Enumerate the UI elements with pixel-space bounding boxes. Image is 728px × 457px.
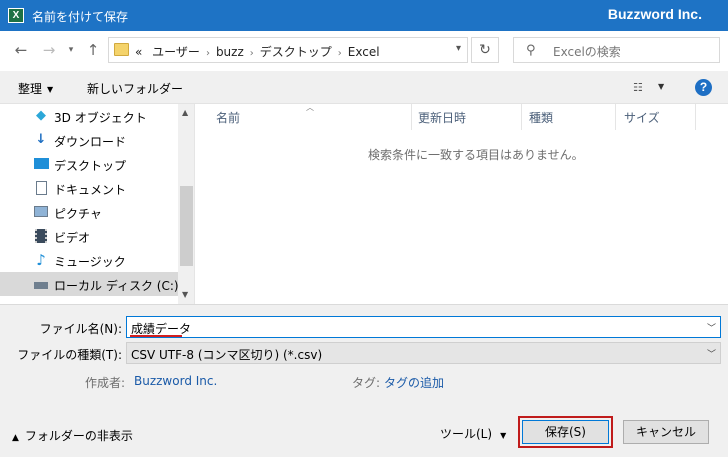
chevron-up-icon: ▲ xyxy=(12,433,19,443)
refresh-icon[interactable]: ↻ xyxy=(471,37,499,63)
chevron-down-icon[interactable]: ﹀ xyxy=(707,321,716,334)
author-label: 作成者: xyxy=(85,376,126,390)
brand-label: Buzzword Inc. xyxy=(607,6,702,22)
scrollbar-thumb[interactable] xyxy=(180,186,193,266)
organize-label: 整理 xyxy=(18,82,43,96)
video-icon xyxy=(33,228,49,244)
chevron-down-icon[interactable]: ▼ xyxy=(658,82,664,91)
nav-item-desktop[interactable]: デスクトップ xyxy=(0,152,178,176)
title-bar: X 名前を付けて保存 Buzzword Inc. xyxy=(0,0,728,31)
nav-item-label: デスクトップ xyxy=(54,159,127,173)
tools-button[interactable]: ツール(L) ▼ xyxy=(440,425,506,442)
desktop-icon xyxy=(33,156,49,172)
up-arrow-icon[interactable]: ↑ xyxy=(84,41,102,59)
filetype-value: CSV UTF-8 (コンマ区切り) (*.csv) xyxy=(131,348,323,362)
sort-ascending-icon: ︿ xyxy=(306,103,314,112)
column-header-size[interactable]: サイズ xyxy=(624,109,660,126)
view-options-icon[interactable]: ☷ xyxy=(633,81,649,94)
scroll-down-icon[interactable]: ▼ xyxy=(182,290,188,299)
organize-button[interactable]: 整理 ▼ xyxy=(18,80,53,97)
window-title: 名前を付けて保存 xyxy=(32,10,129,24)
nav-item-videos[interactable]: ビデオ xyxy=(0,224,178,248)
picture-icon xyxy=(33,204,49,220)
forward-arrow-icon[interactable]: → xyxy=(40,41,58,59)
search-placeholder: Excelの検索 xyxy=(553,45,621,59)
breadcrumb: « ユーザー › buzz › デスクトップ › Excel xyxy=(135,43,380,60)
column-divider[interactable] xyxy=(521,104,522,130)
column-header-type[interactable]: 種類 xyxy=(529,109,553,126)
cube-icon: ◆ xyxy=(36,108,46,123)
nav-item-label: ローカル ディスク (C:) xyxy=(54,279,179,293)
music-note-icon: ♪ xyxy=(36,251,46,269)
help-icon[interactable]: ? xyxy=(695,79,712,96)
tools-label: ツール(L) xyxy=(440,427,493,441)
column-divider[interactable] xyxy=(411,104,412,130)
breadcrumb-separator-icon[interactable]: › xyxy=(206,48,210,59)
folder-icon xyxy=(114,43,129,56)
document-icon xyxy=(33,180,49,196)
save-button[interactable]: 保存(S) xyxy=(522,420,609,444)
nav-item-documents[interactable]: ドキュメント xyxy=(0,176,178,200)
nav-item-partial[interactable] xyxy=(0,296,178,304)
download-arrow-icon: ↓ xyxy=(35,132,47,147)
cancel-button[interactable]: キャンセル xyxy=(623,420,709,444)
address-row: ← → ▾ ↑ « ユーザー › buzz › デスクトップ › Excel ▾ ↻ ⚲ E… xyxy=(0,31,728,71)
save-form: ファイル名(N): 成績データ ﹀ ファイルの種類(T): CSV UTF-8 … xyxy=(0,304,728,457)
filename-label: ファイル名(N): xyxy=(39,322,122,336)
recent-locations-chevron-icon[interactable]: ▾ xyxy=(62,41,80,59)
chevron-down-icon: ▼ xyxy=(47,85,54,94)
breadcrumb-item[interactable]: デスクトップ xyxy=(260,45,332,59)
filename-red-underline xyxy=(130,335,182,337)
back-arrow-icon[interactable]: ← xyxy=(12,41,30,59)
command-toolbar: 整理 ▼ 新しいフォルダー ☷ ▼ ? xyxy=(0,71,728,104)
nav-item-label: ピクチャ xyxy=(54,207,102,221)
excel-app-icon: X xyxy=(8,8,24,23)
filetype-label: ファイルの種類(T): xyxy=(17,348,122,362)
breadcrumb-separator-icon[interactable]: › xyxy=(250,48,254,59)
breadcrumb-separator-icon[interactable]: › xyxy=(338,48,342,59)
chevron-down-icon[interactable]: ﹀ xyxy=(707,347,716,360)
nav-item-label: ダウンロード xyxy=(54,135,127,149)
nav-item-label: ミュージック xyxy=(54,255,126,269)
filetype-select[interactable]: CSV UTF-8 (コンマ区切り) (*.csv) ﹀ xyxy=(126,342,721,364)
address-bar[interactable]: « ユーザー › buzz › デスクトップ › Excel ▾ xyxy=(108,37,468,63)
column-header-name[interactable]: 名前 xyxy=(216,109,240,126)
hide-folders-label: フォルダーの非表示 xyxy=(24,429,133,443)
tags-add-link[interactable]: タグの追加 xyxy=(384,374,444,391)
column-divider[interactable] xyxy=(695,104,696,130)
drive-icon xyxy=(33,276,49,292)
empty-results-message: 検索条件に一致する項目はありません。 xyxy=(368,148,584,162)
nav-item-pictures[interactable]: ピクチャ xyxy=(0,200,178,224)
nav-item-downloads[interactable]: ↓ ダウンロード xyxy=(0,128,178,152)
breadcrumb-item[interactable]: ユーザー xyxy=(152,45,200,59)
nav-item-label: ビデオ xyxy=(54,231,91,245)
breadcrumb-item[interactable]: buzz xyxy=(216,45,244,59)
column-divider[interactable] xyxy=(615,104,616,130)
author-value[interactable]: Buzzword Inc. xyxy=(134,374,217,388)
search-icon: ⚲ xyxy=(526,43,536,58)
nav-scrollbar[interactable]: ▲ ▼ xyxy=(178,104,194,304)
nav-item-music[interactable]: ♪ ミュージック xyxy=(0,248,178,272)
search-box[interactable]: ⚲ Excelの検索 xyxy=(513,37,720,63)
scroll-up-icon[interactable]: ▲ xyxy=(182,108,188,117)
file-list: ︿ 名前 更新日時 種類 サイズ 検索条件に一致する項目はありません。 xyxy=(196,103,728,304)
nav-item-label: ドキュメント xyxy=(54,183,127,197)
tags-label: タグ: xyxy=(352,376,381,390)
nav-item-local-disk[interactable]: ローカル ディスク (C:) xyxy=(0,272,179,296)
chevron-down-icon: ▼ xyxy=(500,431,507,440)
breadcrumb-item[interactable]: Excel xyxy=(348,45,380,59)
column-header-modified[interactable]: 更新日時 xyxy=(418,109,466,126)
nav-item-label: 3D オブジェクト xyxy=(54,111,147,125)
breadcrumb-overflow[interactable]: « xyxy=(135,45,142,59)
nav-item-3d-objects[interactable]: ◆ 3D オブジェクト xyxy=(0,104,178,128)
address-dropdown-icon[interactable]: ▾ xyxy=(456,43,461,54)
navigation-pane: ◆ 3D オブジェクト ↓ ダウンロード デスクトップ ドキュメント ピクチャ … xyxy=(0,104,195,304)
filename-field[interactable]: 成績データ ﹀ xyxy=(126,316,721,338)
new-folder-button[interactable]: 新しいフォルダー xyxy=(87,80,183,97)
hide-folders-button[interactable]: ▲ フォルダーの非表示 xyxy=(12,427,133,444)
